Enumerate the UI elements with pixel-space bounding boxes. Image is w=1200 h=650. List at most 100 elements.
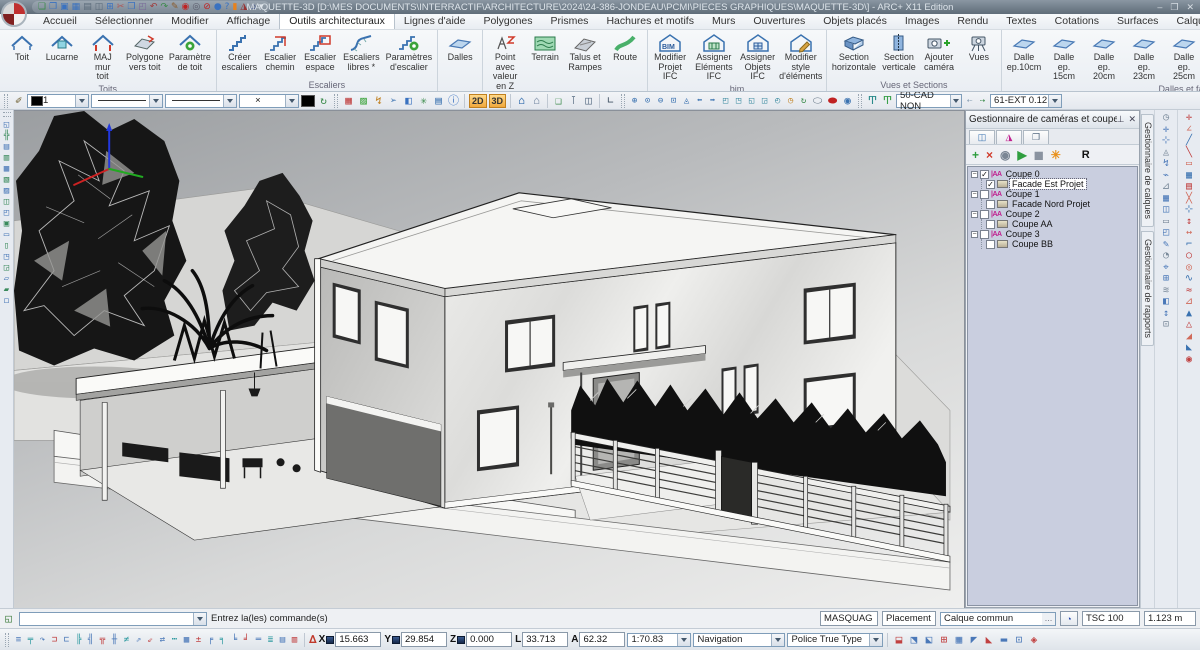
toggle-2d-button[interactable]: 2D bbox=[469, 94, 487, 108]
coord-value[interactable]: 33.713 bbox=[522, 632, 568, 647]
tree-row[interactable]: −✓|AACoupe 0 bbox=[971, 169, 1137, 179]
window-icon[interactable]: ⊞ bbox=[106, 2, 114, 12]
save-table-icon[interactable]: ▦ bbox=[72, 2, 81, 12]
draw-tool-14-icon[interactable]: ◎ bbox=[1183, 263, 1196, 274]
ribbon-button-talus-et-rampes[interactable]: Talus et Rampes bbox=[565, 31, 605, 92]
side-tool-10-icon[interactable]: ▣ bbox=[1, 219, 13, 229]
tree-row[interactable]: ✓Facade Est Projet bbox=[986, 179, 1137, 189]
close-icon[interactable]: ✕ bbox=[1128, 114, 1136, 125]
menu-tab-ouvertures[interactable]: Ouvertures bbox=[744, 14, 814, 29]
view-iso-sw-icon[interactable]: ◱ bbox=[746, 94, 757, 108]
side-tool-15-icon[interactable]: ▱ bbox=[1, 274, 13, 284]
help-icon[interactable]: ? bbox=[225, 2, 230, 12]
edit-tool-12-icon[interactable]: ✎ bbox=[1160, 240, 1173, 251]
link-prev-icon[interactable]: ⇠ bbox=[964, 94, 975, 108]
draw-tool-2-icon[interactable]: ∠ bbox=[1183, 125, 1196, 136]
edit-tool-1-icon[interactable]: ◷ bbox=[1160, 113, 1173, 124]
side-tool-14-icon[interactable]: ◲ bbox=[1, 263, 13, 273]
view-tool-9-icon[interactable]: ⊡ bbox=[1012, 633, 1025, 647]
arcplus-logo-icon[interactable] bbox=[1, 1, 27, 27]
orbit-view-icon[interactable]: ✳ bbox=[1051, 147, 1061, 163]
pin-icon[interactable]: ⊥ bbox=[1117, 114, 1125, 125]
new-doc-icon[interactable]: ❏ bbox=[38, 2, 46, 12]
link-next-icon[interactable]: ⇢ bbox=[977, 94, 988, 108]
ribbon-button-lucarne[interactable]: Lucarne bbox=[42, 31, 82, 83]
pen-icon[interactable]: ✎ bbox=[171, 2, 179, 12]
add-camera-icon[interactable]: + bbox=[972, 147, 979, 163]
tab-sections[interactable]: ◮ bbox=[996, 130, 1022, 144]
tree-row[interactable]: Coupe AA bbox=[986, 219, 1137, 229]
snap-tool-15-icon[interactable]: ▦ bbox=[181, 633, 192, 647]
cube-3d-icon[interactable]: ◧ bbox=[402, 94, 415, 108]
zoom-dynamic-icon[interactable]: ◬ bbox=[681, 94, 692, 108]
view-tool-7-icon[interactable]: ◣ bbox=[982, 633, 995, 647]
view-face-icon[interactable]: ◷ bbox=[785, 94, 796, 108]
save-icon[interactable]: ▣ bbox=[60, 2, 69, 12]
paste-icon[interactable]: ◰ bbox=[138, 2, 147, 12]
exterior-style-combo[interactable]: 61-EXT 0.12 bbox=[990, 94, 1062, 108]
zoom-out-icon[interactable]: ⊖ bbox=[655, 94, 666, 108]
tsc-field[interactable]: TSC 100 bbox=[1082, 611, 1140, 626]
edit-tool-13-icon[interactable]: ◔ bbox=[1160, 251, 1173, 262]
snap-tool-6-icon[interactable]: ╠ bbox=[73, 633, 84, 647]
draw-tool-4-icon[interactable]: ╲ bbox=[1183, 148, 1196, 159]
ribbon-button-escaliers-libres-[interactable]: Escaliers libres * bbox=[340, 31, 383, 79]
active-color-swatch[interactable] bbox=[301, 95, 315, 107]
tree-checkbox[interactable] bbox=[980, 190, 989, 199]
undo-icon[interactable]: ↶ bbox=[150, 2, 158, 12]
side-tool-6-icon[interactable]: ▧ bbox=[1, 175, 13, 185]
ribbon-button-section-horizontale[interactable]: Section horizontale bbox=[829, 31, 879, 79]
draw-tool-7-icon[interactable]: ▤ bbox=[1183, 182, 1196, 193]
edit-tool-5-icon[interactable]: ↯ bbox=[1160, 159, 1173, 170]
side-tool-12-icon[interactable]: ▯ bbox=[1, 241, 13, 251]
edit-tool-11-icon[interactable]: ◰ bbox=[1160, 228, 1173, 239]
zoom-window-icon[interactable]: ⊡ bbox=[668, 94, 679, 108]
pointer-icon[interactable]: ➢ bbox=[387, 94, 400, 108]
draw-tool-22-icon[interactable]: ◉ bbox=[1183, 355, 1196, 366]
tree-checkbox[interactable] bbox=[986, 240, 995, 249]
snap-tool-1-icon[interactable]: ≡ bbox=[13, 633, 24, 647]
scale-combo[interactable]: 1:70.83 bbox=[627, 633, 691, 647]
menu-tab-polygones[interactable]: Polygones bbox=[474, 14, 541, 29]
linewidth-combo[interactable] bbox=[165, 94, 237, 108]
quick-access-overflow-icon[interactable]: ▾ bbox=[259, 2, 264, 12]
library-icon[interactable]: ⌂ bbox=[250, 2, 256, 12]
snap-tool-17-icon[interactable]: ╒ bbox=[205, 633, 216, 647]
toggle-3d-button[interactable]: 3D bbox=[489, 94, 507, 108]
side-tool-1-icon[interactable]: ◱ bbox=[1, 120, 13, 130]
draw-tool-15-icon[interactable]: ∿ bbox=[1183, 274, 1196, 285]
draw-tool-6-icon[interactable]: ▦ bbox=[1183, 171, 1196, 182]
edit-tool-16-icon[interactable]: ≋ bbox=[1160, 286, 1173, 297]
view-tool-4-icon[interactable]: ⊞ bbox=[937, 633, 950, 647]
ribbon-button-maj-mur-toit[interactable]: MAJ mur toit bbox=[82, 31, 123, 83]
zoom-all-icon[interactable]: ⊙ bbox=[642, 94, 653, 108]
menu-tab-surfaces[interactable]: Surfaces bbox=[1108, 14, 1167, 29]
coord-value[interactable]: 29.854 bbox=[401, 632, 447, 647]
print-icon[interactable]: ▤ bbox=[83, 2, 92, 12]
draw-tool-8-icon[interactable]: ╳ bbox=[1183, 194, 1196, 205]
mode-combo[interactable]: Navigation bbox=[693, 633, 785, 647]
draw-tool-13-icon[interactable]: ○ bbox=[1183, 251, 1196, 262]
draw-tool-17-icon[interactable]: ⊿ bbox=[1183, 297, 1196, 308]
view-rotate-icon[interactable]: ↻ bbox=[317, 94, 330, 108]
tree-expander-icon[interactable]: − bbox=[971, 171, 978, 178]
tree-checkbox[interactable] bbox=[980, 230, 989, 239]
snap-tool-3-icon[interactable]: ↷ bbox=[37, 633, 48, 647]
tree-expander-icon[interactable]: − bbox=[971, 191, 978, 198]
view-tool-6-icon[interactable]: ◤ bbox=[967, 633, 980, 647]
ribbon-button-dalles[interactable]: Dalles bbox=[440, 31, 480, 79]
minimize-button[interactable]: – bbox=[1157, 2, 1162, 13]
menu-tab-lignes-d-aide[interactable]: Lignes d'aide bbox=[395, 14, 475, 29]
zoom-in-icon[interactable]: ⊕ bbox=[629, 94, 640, 108]
tree-row[interactable]: Facade Nord Projet bbox=[986, 199, 1137, 209]
tree-expander-icon[interactable]: − bbox=[971, 231, 978, 238]
cells-icon[interactable]: ▤ bbox=[432, 94, 445, 108]
side-tool-4-icon[interactable]: ▥ bbox=[1, 153, 13, 163]
ellipse-outline-icon[interactable]: ⬭ bbox=[811, 94, 824, 108]
view-iso-se-icon[interactable]: ◲ bbox=[759, 94, 770, 108]
home-icon[interactable]: ⌂ bbox=[515, 94, 528, 108]
edit-tool-6-icon[interactable]: ⌁ bbox=[1160, 171, 1173, 182]
snap-tool-7-icon[interactable]: ╣ bbox=[85, 633, 96, 647]
edit-tool-7-icon[interactable]: ⊿ bbox=[1160, 182, 1173, 193]
snap-tool-2-icon[interactable]: ╤ bbox=[25, 633, 36, 647]
